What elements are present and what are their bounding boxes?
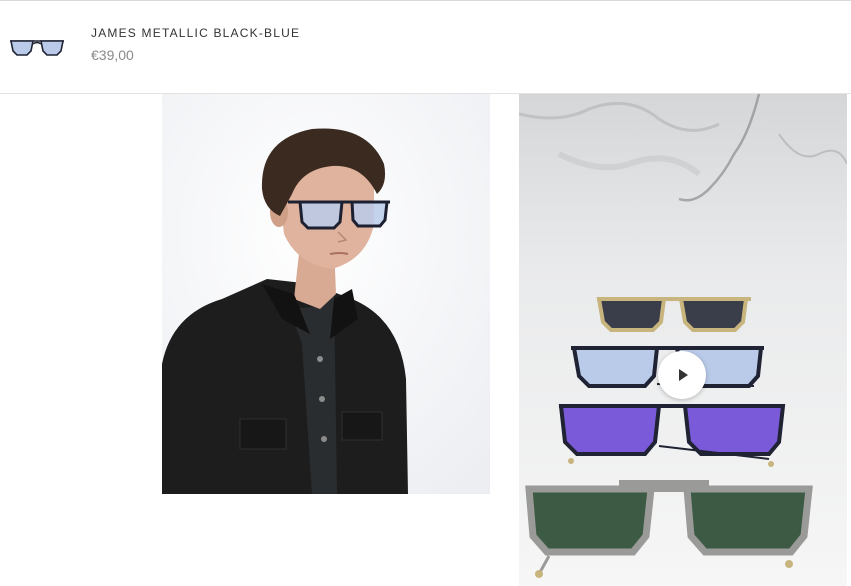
flatlay-photo bbox=[519, 94, 847, 586]
product-price: €39,00 bbox=[91, 47, 134, 63]
gallery-image-model[interactable] bbox=[162, 94, 490, 494]
gallery-image-flatlay[interactable] bbox=[519, 94, 847, 586]
play-icon bbox=[679, 369, 688, 381]
product-thumbnail-icon[interactable] bbox=[6, 29, 68, 63]
model-photo bbox=[162, 94, 490, 494]
product-header: JAMES METALLIC BLACK-BLUE €39,00 bbox=[0, 1, 851, 94]
product-name: JAMES METALLIC BLACK-BLUE bbox=[91, 26, 301, 40]
video-play-button[interactable] bbox=[658, 351, 706, 399]
